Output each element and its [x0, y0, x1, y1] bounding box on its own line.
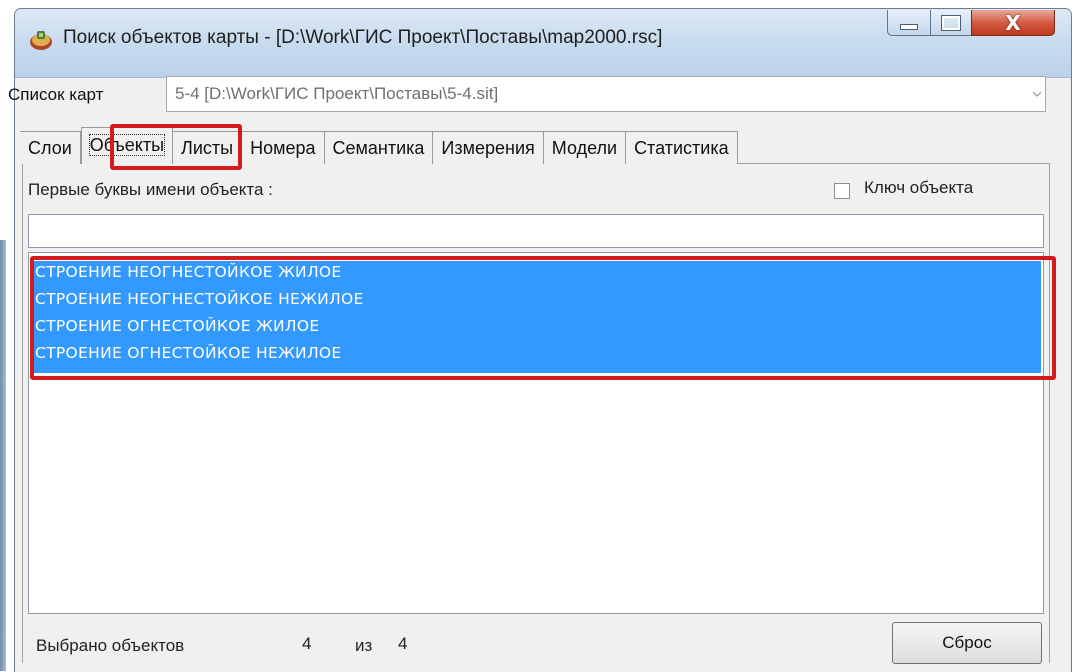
tab-measurements[interactable]: Измерения: [433, 131, 544, 164]
tab-label: Слои: [28, 138, 72, 158]
tab-numbers[interactable]: Номера: [242, 131, 325, 164]
object-key-label[interactable]: Ключ объекта: [864, 178, 973, 198]
minimize-icon: [900, 23, 918, 30]
maximize-button[interactable]: [930, 10, 972, 36]
tab-semantics[interactable]: Семантика: [324, 131, 434, 164]
selected-count-label: Выбрано объектов: [36, 636, 185, 655]
tab-layers[interactable]: Слои: [20, 131, 81, 164]
tab-statistics[interactable]: Статистика: [626, 131, 738, 164]
tab-label: Номера: [250, 138, 316, 158]
chevron-down-icon[interactable]: [1029, 77, 1045, 111]
map-app-icon: [30, 31, 52, 50]
map-list-combobox[interactable]: 5-4 [D:\Work\ГИС Проект\Поставы\5-4.sit]: [166, 76, 1046, 112]
list-items-highlight: [30, 256, 1056, 380]
reset-button[interactable]: Сброс: [892, 622, 1042, 664]
minimize-button[interactable]: [887, 10, 931, 36]
of-label: из: [355, 636, 373, 655]
selected-count-value: 4: [302, 634, 312, 653]
tab-label: Семантика: [332, 138, 425, 158]
maximize-icon: [942, 15, 960, 30]
map-list-value: 5-4 [D:\Work\ГИС Проект\Поставы\5-4.sit]: [175, 84, 499, 103]
close-button[interactable]: X: [971, 10, 1055, 36]
window-title: Поиск объектов карты - [D:\Work\ГИС Прое…: [63, 27, 663, 48]
objects-tab-highlight: [110, 124, 242, 170]
object-name-input[interactable]: [28, 214, 1044, 248]
tab-models[interactable]: Модели: [543, 131, 627, 164]
title-bar[interactable]: Поиск объектов карты - [D:\Work\ГИС Прое…: [15, 9, 1071, 78]
tab-label: Статистика: [634, 138, 729, 158]
total-count-value: 4: [398, 634, 408, 653]
first-letters-label: Первые буквы имени объекта :: [28, 180, 273, 199]
object-key-checkbox[interactable]: [834, 183, 850, 199]
tab-label: Измерения: [441, 138, 535, 158]
close-icon: X: [1005, 10, 1021, 35]
background-window-edge: [0, 240, 6, 671]
tab-label: Модели: [551, 138, 618, 158]
map-list-label: Список карт: [8, 85, 104, 104]
